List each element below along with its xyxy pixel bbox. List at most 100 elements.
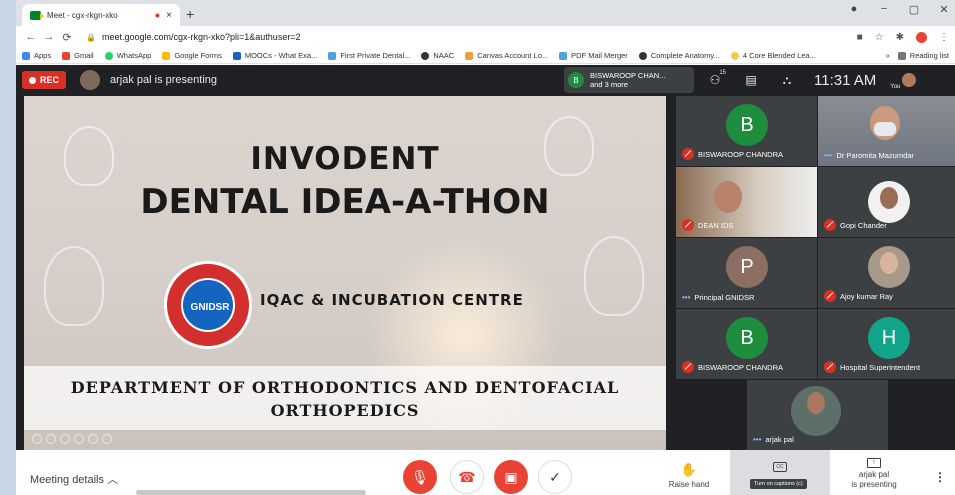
participant-name: Principal GNIDSR bbox=[694, 293, 755, 302]
camera-toggle-button[interactable]: ▣ bbox=[494, 460, 528, 494]
participant-tile[interactable]: Ajoy kumar Ray bbox=[818, 238, 955, 308]
bookmark-google-forms[interactable]: Google Forms bbox=[162, 51, 222, 60]
address-bar-actions: ■ ☆ ✱ ⋮ bbox=[857, 31, 949, 43]
presenter-line2: is presenting bbox=[851, 480, 897, 489]
forward-arrow-icon[interactable]: → bbox=[40, 31, 58, 43]
self-view-label: You bbox=[890, 84, 901, 90]
slide-grid-icon[interactable] bbox=[74, 434, 84, 444]
url-field[interactable]: meet.google.com/cgx-rkgn-xko?pli=1&authu… bbox=[102, 32, 301, 42]
participant-tile[interactable]: ••• Dr Paromita Mazumdar bbox=[818, 96, 955, 166]
tab-strip: Meet - cgx-rkgn-xko ● × + ● − ▢ ✕ bbox=[16, 0, 955, 26]
gmail-icon bbox=[62, 51, 71, 60]
browser-menu-icon[interactable]: ⋮ bbox=[939, 32, 949, 43]
slide-menu-icon[interactable] bbox=[102, 434, 112, 444]
captions-button[interactable]: CC Turn on captions (c) bbox=[730, 450, 830, 495]
present-now-button[interactable]: ↑ arjak pal is presenting bbox=[834, 458, 914, 490]
lightbulb-decoration-icon bbox=[44, 246, 104, 326]
more-options-icon[interactable]: ⋮ bbox=[934, 470, 946, 484]
close-window-icon[interactable]: ✕ bbox=[937, 3, 951, 16]
back-arrow-icon[interactable]: ← bbox=[22, 31, 40, 43]
google-icon bbox=[162, 51, 171, 60]
bookmark-gmail[interactable]: Gmail bbox=[62, 51, 94, 60]
slide-department-line2: ORTHOPEDICS bbox=[270, 401, 420, 420]
whatsapp-icon bbox=[104, 51, 113, 60]
maximize-icon[interactable]: ▢ bbox=[907, 3, 921, 16]
slide-prev-icon[interactable] bbox=[32, 434, 42, 444]
bookmark-canvas[interactable]: Canvas Account Lo... bbox=[465, 51, 548, 60]
dental-icon bbox=[328, 51, 337, 60]
browser-window: Meet - cgx-rkgn-xko ● × + ● − ▢ ✕ ← → ⟳ … bbox=[16, 0, 955, 495]
participant-footer: DEAN IDS bbox=[682, 219, 733, 231]
participant-footer: ••• arjak pal bbox=[753, 435, 794, 444]
mic-off-icon bbox=[824, 290, 836, 302]
leave-call-button[interactable]: ☎ bbox=[450, 460, 484, 494]
bookmark-first-private-dental[interactable]: First Private Dental... bbox=[328, 51, 410, 60]
bookmark-star-icon[interactable]: ☆ bbox=[875, 32, 884, 43]
participant-face bbox=[714, 181, 742, 213]
slide-centre-name: IQAC & INCUBATION CENTRE bbox=[260, 291, 524, 309]
presenter-avatar bbox=[80, 70, 101, 90]
slide-next-icon[interactable] bbox=[46, 434, 56, 444]
reading-list-button[interactable]: Reading list bbox=[897, 51, 949, 60]
moocs-icon bbox=[232, 51, 241, 60]
self-avatar[interactable] bbox=[902, 73, 917, 87]
horizontal-scrollbar[interactable] bbox=[136, 490, 366, 495]
bookmark-apps[interactable]: Apps bbox=[22, 51, 51, 60]
mic-toggle-button[interactable]: 🎙 bbox=[403, 460, 437, 494]
bookmark-4-core-blended[interactable]: 4 Core Blended Lea... bbox=[730, 51, 816, 60]
participant-name: DEAN IDS bbox=[698, 220, 734, 230]
active-speaker-chip[interactable]: B BISWAROOP CHAN... and 3 more bbox=[564, 67, 694, 93]
people-icon[interactable]: ⚇ 15 bbox=[702, 70, 728, 87]
participant-footer: Ajoy kumar Ray bbox=[824, 290, 893, 302]
camera-off-icon: ▣ bbox=[504, 468, 518, 485]
presentation-slide: INVODENT DENTAL IDEA-A-THON GNIDSR IQAC … bbox=[24, 96, 666, 450]
participant-tile[interactable]: B BISWAROOP CHANDRA bbox=[676, 309, 817, 379]
participant-face bbox=[880, 252, 898, 274]
participant-name: Gopi Chander bbox=[840, 220, 887, 230]
meeting-details-button[interactable]: Meeting details ︿ bbox=[30, 471, 118, 487]
participant-tile[interactable]: DEAN IDS bbox=[676, 167, 817, 237]
meet-stage: REC arjak pal is presenting B BISWAROOP … bbox=[16, 65, 955, 450]
camera-active-icon[interactable]: ■ bbox=[857, 32, 863, 43]
participant-tile[interactable]: Gopi Chander bbox=[818, 167, 955, 237]
activities-icon[interactable]: ⛬ bbox=[774, 73, 800, 88]
bookmark-naac[interactable]: NAAC bbox=[421, 51, 454, 60]
blended-learning-icon bbox=[730, 51, 739, 60]
participant-tile[interactable]: ••• arjak pal bbox=[747, 380, 888, 450]
new-tab-button[interactable]: + bbox=[186, 6, 194, 22]
mic-off-icon bbox=[682, 148, 694, 160]
bookmark-whatsapp[interactable]: WhatsApp bbox=[104, 51, 151, 60]
apps-grid-icon bbox=[22, 51, 30, 60]
meeting-clock: 11:31 AM bbox=[814, 71, 877, 89]
slide-zoom-icon[interactable] bbox=[88, 434, 98, 444]
browser-tab[interactable]: Meet - cgx-rkgn-xko ● × bbox=[22, 4, 180, 26]
profile-icon[interactable]: ● bbox=[847, 3, 861, 16]
chat-icon[interactable]: ▤ bbox=[738, 73, 764, 87]
extension-icon[interactable] bbox=[916, 31, 927, 43]
speaker-name: BISWAROOP CHAN... bbox=[590, 71, 666, 80]
bookmarks-more-icon[interactable]: » bbox=[886, 51, 890, 60]
bookmark-complete-anatomy[interactable]: Complete Anatomy... bbox=[638, 51, 720, 60]
participant-tile[interactable]: H Hospital Superintendent bbox=[818, 309, 955, 379]
meet-panel-icons: ⚇ 15 ▤ ⛬ bbox=[702, 70, 800, 88]
minimize-icon[interactable]: − bbox=[877, 3, 891, 16]
presenting-label: arjak pal is presenting bbox=[110, 74, 218, 86]
more-call-options-button[interactable]: ✓ bbox=[538, 460, 572, 494]
tab-title: Meet - cgx-rkgn-xko bbox=[47, 10, 118, 20]
participant-name: Dr Paromita Mazumdar bbox=[836, 151, 914, 160]
slide-pen-icon[interactable] bbox=[60, 434, 70, 444]
participant-footer: Hospital Superintendent bbox=[824, 361, 920, 373]
present-screen-icon: ↑ bbox=[867, 458, 881, 468]
participant-name: Ajoy kumar Ray bbox=[840, 291, 893, 301]
extensions-puzzle-icon[interactable]: ✱ bbox=[896, 32, 904, 43]
participant-tile[interactable]: P ••• Principal GNIDSR bbox=[676, 238, 817, 308]
participant-name: BISWAROOP CHANDRA bbox=[698, 362, 784, 372]
tab-close-icon[interactable]: × bbox=[166, 10, 172, 21]
reload-icon[interactable]: ⟳ bbox=[58, 31, 76, 44]
bookmark-moocs[interactable]: MOOCs - What Exa... bbox=[232, 51, 317, 60]
raise-hand-button[interactable]: ✋ Raise hand bbox=[664, 462, 714, 489]
participant-tile[interactable]: B BISWAROOP CHANDRA bbox=[676, 96, 817, 166]
recording-badge: REC bbox=[22, 71, 67, 89]
bookmark-pdf-mail-merger[interactable]: PDF Mail Merger bbox=[559, 51, 628, 60]
speaker-more: and 3 more bbox=[590, 80, 628, 89]
